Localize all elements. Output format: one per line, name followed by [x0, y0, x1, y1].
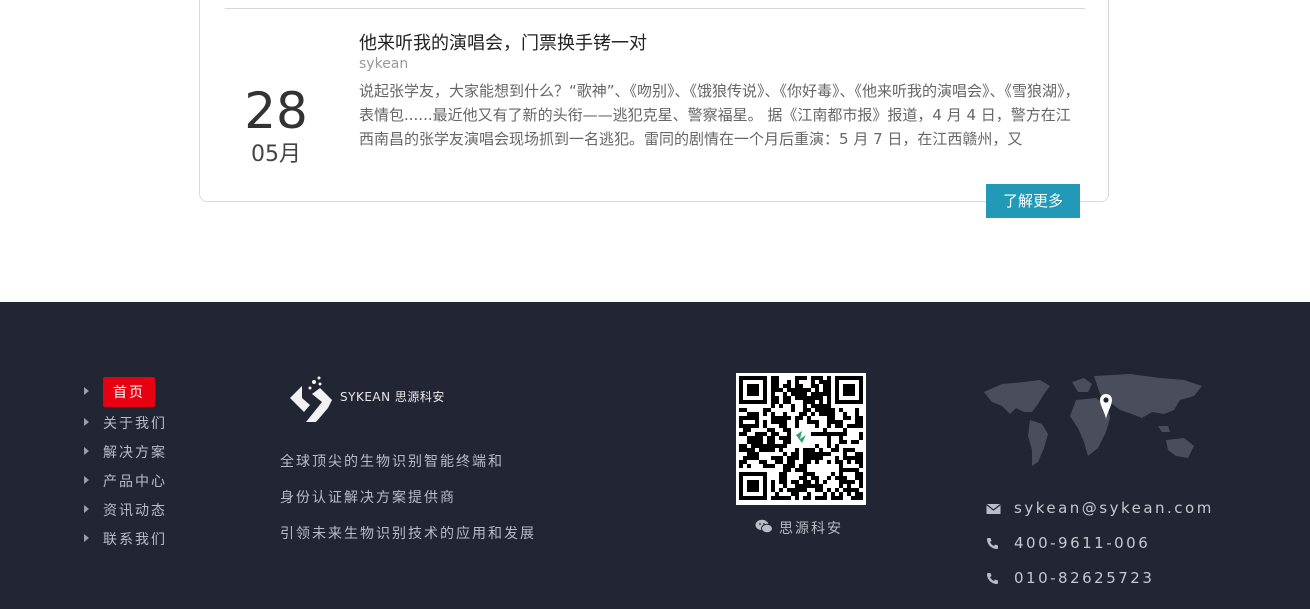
chevron-right-icon: [84, 418, 89, 426]
chevron-right-icon: [84, 505, 89, 513]
news-day: 28: [244, 82, 308, 140]
footer-nav-label: 关于我们: [103, 416, 167, 432]
news-summary: 说起张学友，大家能想到什么？“歌神”、《吻别》、《饿狼传说》、《你好毒》、《他来…: [359, 82, 1080, 148]
news-date: 28 05月: [220, 82, 332, 170]
contact-text: sykean@sykean.com: [1014, 499, 1214, 517]
divider: [225, 8, 1085, 9]
footer-logo[interactable]: SYKEAN 思源科安: [288, 372, 444, 430]
world-map: [980, 370, 1206, 476]
logo-mark-icon: [290, 376, 332, 422]
wechat-qr-code: [736, 373, 866, 505]
world-map-icon: [984, 374, 1202, 466]
news-author: sykean: [359, 56, 409, 72]
wechat-icon: [755, 519, 773, 538]
phone-icon: [986, 536, 999, 554]
read-more-button[interactable]: 了解更多: [986, 184, 1080, 218]
chevron-right-icon: [84, 534, 89, 542]
envelope-icon: [986, 501, 1001, 519]
contact-text: 400-9611-006: [1014, 534, 1151, 552]
news-month: 05月: [251, 142, 301, 167]
slogan-line: 身份认证解决方案提供商: [280, 490, 456, 506]
news-title[interactable]: 他来听我的演唱会，门票换手铐一对: [359, 29, 647, 55]
chevron-right-icon: [84, 447, 89, 455]
footer-nav-label: 首页: [103, 377, 155, 407]
chevron-right-icon: [84, 387, 89, 395]
slogan-line: 全球顶尖的生物识别智能终端和: [280, 454, 504, 470]
footer-nav-label: 联系我们: [103, 532, 167, 548]
logo-text: SYKEAN 思源科安: [340, 390, 445, 404]
contact-text: 010-82625723: [1014, 569, 1155, 587]
footer-nav-label: 产品中心: [103, 474, 167, 490]
slogan-line: 引领未来生物识别技术的应用和发展: [280, 526, 536, 542]
phone-icon: [986, 571, 999, 589]
footer-nav-label: 资讯动态: [103, 503, 167, 519]
qr-code-icon: [739, 376, 863, 500]
wechat-text: 思源科安: [779, 521, 843, 537]
footer-nav-label: 解决方案: [103, 445, 167, 461]
chevron-right-icon: [84, 476, 89, 484]
